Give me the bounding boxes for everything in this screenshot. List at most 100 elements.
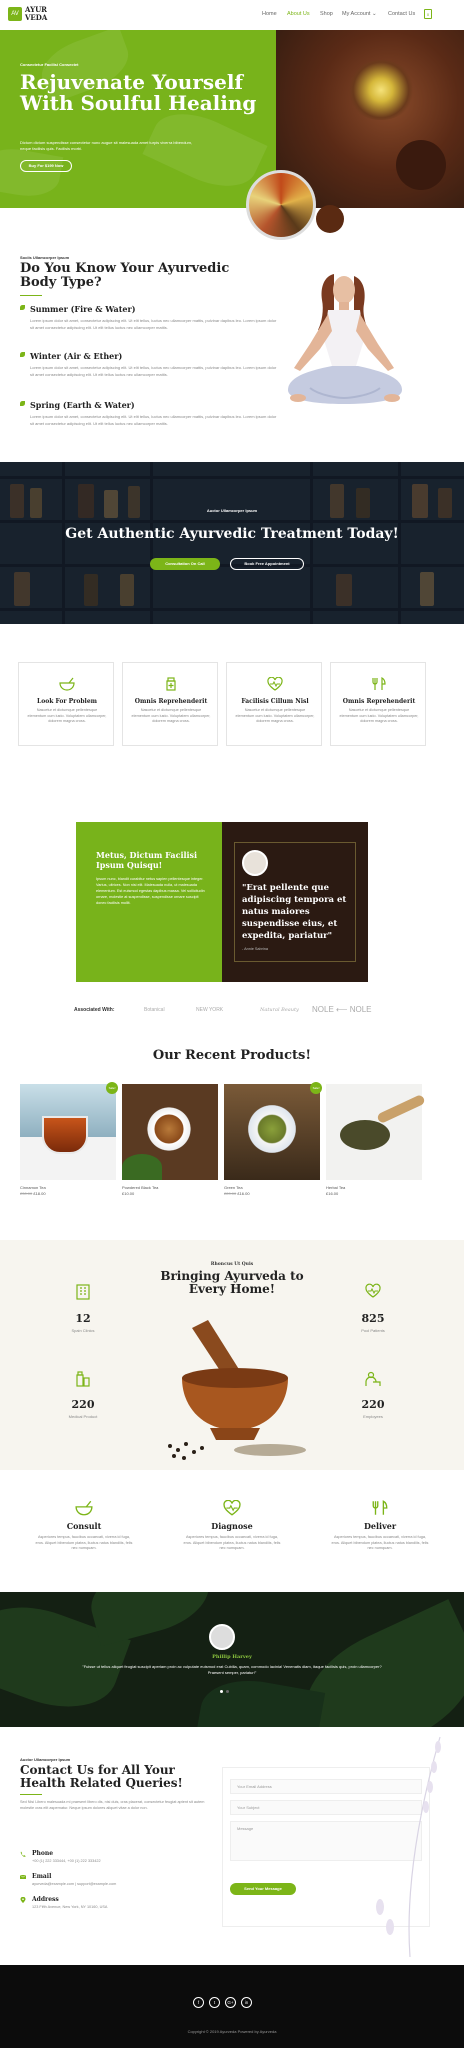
features-section: Look For Problem Nascetur et dictumque p… bbox=[0, 624, 464, 784]
product-price: £20.00 £16.00 bbox=[224, 1191, 250, 1196]
heart-pulse-icon bbox=[365, 1283, 381, 1298]
mail-icon bbox=[20, 1874, 26, 1879]
product-name[interactable]: Cinnamon Tea bbox=[20, 1185, 46, 1190]
body-types-title: Do You Know Your Ayurvedic Body Type? bbox=[20, 261, 230, 290]
nav-contact[interactable]: Contact Us bbox=[388, 11, 415, 17]
tea-cup-image bbox=[42, 1116, 88, 1154]
brand-logo: NOLE ⟵ NOLE bbox=[312, 1005, 372, 1014]
product-price: £10.00 bbox=[122, 1191, 135, 1196]
stat-label: Spain Clinics bbox=[71, 1328, 95, 1333]
spice-plate-image bbox=[246, 170, 316, 240]
testimonial-quote: "Fuisse ut tellus aliquet feugiat suscip… bbox=[82, 1664, 382, 1675]
logo-leaf-icon[interactable]: AV bbox=[8, 7, 22, 21]
avatar bbox=[209, 1624, 235, 1650]
feature-card: Omnis Reprehenderit Nascetur et dictumqu… bbox=[122, 662, 218, 746]
feature-card: Omnis Reprehenderit Nascetur et dictumqu… bbox=[330, 662, 426, 746]
linkedin-icon[interactable]: in bbox=[241, 1997, 252, 2008]
address-title: Address bbox=[32, 1896, 59, 1903]
site-footer: f t G+ in Copyright © 2019 Ayurveda Powe… bbox=[0, 1965, 464, 2048]
product-image[interactable] bbox=[326, 1084, 426, 1180]
stat-number: 12 bbox=[75, 1312, 91, 1325]
product-old-price: £30.00 bbox=[20, 1191, 33, 1196]
doctor-desk-icon bbox=[365, 1371, 381, 1386]
leaf-icon bbox=[20, 305, 25, 310]
nav-shop[interactable]: Shop bbox=[320, 11, 333, 17]
associated-label: Associated With: bbox=[74, 1007, 115, 1013]
products-title: Our Recent Products! bbox=[152, 1048, 312, 1063]
feature-title: Look For Problem bbox=[37, 698, 97, 705]
product-image[interactable]: Sale! bbox=[20, 1082, 118, 1180]
sale-badge: Sale! bbox=[106, 1082, 118, 1094]
stat-number: 825 bbox=[361, 1312, 385, 1325]
feature-title: Facilisis Cillum Nisl bbox=[241, 698, 309, 705]
flower-image bbox=[346, 60, 416, 120]
stat-label: Pool Patients bbox=[361, 1328, 385, 1333]
medicine-jars-icon bbox=[76, 1371, 90, 1387]
facebook-icon[interactable]: f bbox=[193, 1997, 204, 2008]
contact-section: Auctor Ullamcorper Ipsum Contact Us for … bbox=[0, 1727, 464, 1965]
tea-cup-image bbox=[242, 1104, 302, 1154]
yoga-woman-image bbox=[288, 274, 402, 404]
product-old-price: £20.00 bbox=[224, 1191, 237, 1196]
product-name[interactable]: Herbal Tea bbox=[326, 1185, 345, 1190]
leaf-icon bbox=[20, 352, 25, 357]
star-anise-image bbox=[316, 205, 344, 233]
logo-text[interactable]: AYUR VEDA bbox=[25, 6, 47, 22]
body-type-text: Lorem ipsum dolor sit amet, consectetur … bbox=[30, 318, 277, 330]
copyright: Copyright © 2019 Ayurveda Powered by Ayu… bbox=[187, 2029, 277, 2034]
heart-pulse-icon bbox=[267, 677, 283, 691]
split-quote-panel: "Erat pellente que adipiscing tempora et… bbox=[222, 822, 368, 982]
deliver-text: Asperiores tempus, faucibus occaecati, v… bbox=[331, 1535, 429, 1550]
bringing-eyebrow: Rhoncus Ut Quis bbox=[210, 1262, 254, 1267]
cart-icon[interactable]: 0 bbox=[424, 9, 432, 19]
hero-description: Dictum dictum suspendisse consectetur nu… bbox=[20, 140, 193, 151]
product-image[interactable] bbox=[122, 1084, 218, 1180]
divider bbox=[20, 295, 42, 296]
nav-home[interactable]: Home bbox=[262, 11, 277, 17]
brand-logo: Botanical bbox=[144, 1007, 165, 1013]
send-message-button[interactable]: Send Your Message bbox=[230, 1883, 296, 1895]
email-address[interactable]: ayurveda@example.com | support@example.c… bbox=[32, 1882, 116, 1886]
stat-label: Medical Product bbox=[68, 1414, 98, 1419]
twitter-icon[interactable]: t bbox=[209, 1997, 220, 2008]
clinic-building-icon bbox=[76, 1284, 90, 1300]
tea-image bbox=[396, 140, 446, 190]
treatment-banner: Auctor Ullamcorper Ipsum Get Authentic A… bbox=[0, 462, 464, 624]
feature-title: Omnis Reprehenderit bbox=[134, 698, 208, 705]
banner-title: Get Authentic Ayurvedic Treatment Today! bbox=[65, 526, 399, 542]
split-title: Metus, Dictum Facilisi Ipsum Quisqu! bbox=[96, 850, 198, 870]
feature-text: Nascetur et dictumque pellentesque eleme… bbox=[235, 708, 315, 723]
product-name[interactable]: Powdered Black Tea bbox=[122, 1185, 158, 1190]
nav-my-account-label: My Account bbox=[342, 11, 371, 17]
logo-line2: VEDA bbox=[25, 13, 48, 22]
nav-my-account[interactable]: My Account ⌄ bbox=[342, 11, 377, 17]
feature-text: Nascetur et dictumque pellentesque eleme… bbox=[131, 708, 211, 723]
chevron-down-icon: ⌄ bbox=[371, 11, 377, 17]
phone-number[interactable]: +00 (1) 222 333444, +00 (1) 222 333422 bbox=[32, 1859, 101, 1863]
phone-title: Phone bbox=[32, 1850, 54, 1857]
consultation-call-button[interactable]: Consultation On Call bbox=[150, 558, 220, 570]
location-pin-icon bbox=[20, 1897, 26, 1903]
buy-now-button[interactable]: Buy For $199 Now bbox=[20, 160, 72, 172]
testimonial-name: Phillip Harvey bbox=[212, 1654, 252, 1660]
book-appointment-button[interactable]: Book Free Appointment bbox=[230, 558, 304, 570]
brand-logo: Natural Beauty bbox=[260, 1007, 299, 1013]
carousel-dot-active[interactable] bbox=[220, 1690, 223, 1693]
feature-text: Nascetur et dictumque pellentesque eleme… bbox=[27, 708, 107, 723]
tea-cup-image bbox=[144, 1104, 194, 1154]
body-types-eyebrow: Sociis Ullamcorper Ipsum bbox=[20, 255, 70, 260]
leaf-decoration-icon bbox=[0, 143, 64, 202]
nav-about[interactable]: About Us bbox=[287, 11, 310, 17]
product-image[interactable]: Sale! bbox=[224, 1082, 322, 1180]
leaf-decoration-icon bbox=[82, 1592, 218, 1647]
consult-text: Asperiores tempus, faucibus occaecati, v… bbox=[35, 1535, 133, 1550]
product-name[interactable]: Green Tea bbox=[224, 1185, 243, 1190]
bringing-title: Bringing Ayurveda to Every Home! bbox=[160, 1269, 304, 1296]
leaf-icon bbox=[20, 401, 25, 406]
contact-text: Sed Nisi Libero malesuada mi praesent li… bbox=[20, 1800, 205, 1810]
google-plus-icon[interactable]: G+ bbox=[225, 1997, 236, 2008]
hero-green-panel bbox=[0, 26, 276, 208]
carousel-dot[interactable] bbox=[226, 1690, 229, 1693]
body-type-title: Spring (Earth & Water) bbox=[30, 400, 135, 410]
stat-number: 220 bbox=[71, 1398, 95, 1411]
